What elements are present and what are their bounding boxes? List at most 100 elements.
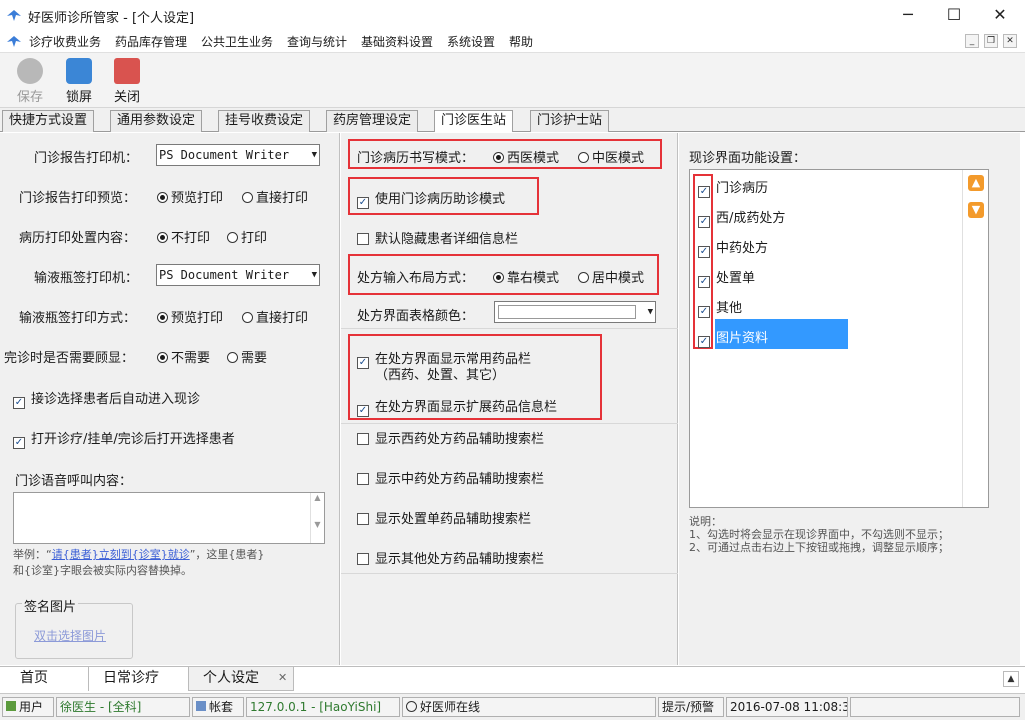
status-bar: 用户 徐医生 - [全科] 帐套 127.0.0.1 - [HaoYiShi] … [0, 693, 1025, 720]
save-button[interactable]: 保存 [8, 56, 52, 106]
not-needed-radio[interactable]: 不需要 [157, 347, 210, 366]
order-buttons-column: ▲ ▼ [962, 170, 988, 507]
lock-screen-button[interactable]: 锁屏 [57, 56, 101, 106]
right-mode-radio[interactable]: 靠右模式 [493, 267, 559, 286]
function-settings-note: 说明： 1、勾选时将会显示在现诊界面中，不勾选则不显示； 2、可通过点击右边上下… [689, 515, 949, 554]
divider [341, 573, 678, 574]
function-item[interactable]: ✓ 中药处方 [698, 237, 768, 258]
report-printer-select[interactable]: PS Document Writer ▼ [156, 144, 320, 166]
function-item[interactable]: ✓ 处置单 [698, 267, 755, 288]
show-common-drugs-subtitle: （西药、处置、其它） [375, 368, 506, 383]
function-item[interactable]: ✓ 其他 [698, 297, 742, 318]
voice-call-textarea[interactable]: ▲ ▼ [13, 492, 325, 544]
document-tabs: 首页 日常诊疗 个人设定 ✕ ▲ [0, 666, 1025, 692]
record-mode-label: 门诊病历书写模式： [357, 151, 475, 166]
mdi-restore-icon[interactable]: ❐ [984, 34, 998, 48]
move-down-icon[interactable]: ▼ [968, 202, 984, 218]
menu-bar: 诊疗收费业务 药品库存管理 公共卫生业务 查询与统计 基础资料设置 系统设置 帮… [0, 30, 1025, 52]
aux-treatment-checkbox[interactable]: 显示处置单药品辅助搜索栏 [357, 508, 531, 527]
app-logo-icon [7, 10, 21, 21]
chinese-mode-radio[interactable]: 中医模式 [578, 147, 644, 166]
function-item[interactable]: ✓ 西/成药处方 [698, 207, 785, 228]
tab-shortcut[interactable]: 快捷方式设置 [2, 110, 95, 132]
table-color-select[interactable]: ▼ [494, 301, 656, 323]
status-datetime: 2016-07-08 11:08:30 [726, 697, 848, 717]
no-print-radio[interactable]: 不打印 [157, 227, 210, 246]
monitor-icon [66, 58, 92, 84]
save-icon [17, 58, 43, 84]
status-account-value: 127.0.0.1 - [HaoYiShi] [246, 697, 400, 717]
maximize-icon[interactable]: ☐ [931, 0, 977, 30]
direct-print-radio[interactable]: 直接打印 [242, 187, 308, 206]
layout-label: 处方输入布局方式： [357, 271, 475, 286]
title-bar: 好医师诊所管家 - [个人设定] ─ ☐ ✕ [0, 0, 1025, 30]
finish-review-label: 完诊时是否需要顾显： [4, 351, 135, 366]
menu-help[interactable]: 帮助 [509, 33, 533, 50]
dropdown-arrow-icon: ▼ [647, 307, 653, 317]
function-item[interactable]: ✓ 门诊病历 [698, 177, 768, 198]
signature-group: 签名图片 双击选择图片 [15, 596, 133, 659]
select-image-link[interactable]: 双击选择图片 [34, 627, 106, 644]
show-extended-info-checkbox[interactable]: ✓ 在处方界面显示扩展药品信息栏 [357, 396, 557, 417]
tab-scroll-up-icon[interactable]: ▲ [1003, 671, 1019, 687]
use-assist-checkbox[interactable]: ✓ 使用门诊病历助诊模式 [357, 188, 505, 209]
settings-tabs: 快捷方式设置 通用参数设定 挂号收费设定 药房管理设定 门诊医生站 门诊护士站 [0, 108, 1025, 132]
report-printer-label: 门诊报告打印机： [34, 151, 139, 166]
voice-example-link[interactable]: 请{患者}立刻到{诊室}就诊 [52, 548, 190, 561]
textarea-scrollbar[interactable]: ▲ ▼ [310, 493, 324, 543]
open-select-checkbox[interactable]: ✓ 打开诊疗/挂单/完诊后打开选择患者 [13, 428, 235, 449]
tab-general[interactable]: 通用参数设定 [110, 110, 203, 132]
infusion-direct-radio[interactable]: 直接打印 [242, 307, 308, 326]
table-color-label: 处方界面表格颜色： [357, 309, 475, 324]
tab-pharmacy[interactable]: 药房管理设定 [326, 110, 419, 132]
close-button[interactable]: 关闭 [105, 56, 149, 106]
dropdown-arrow-icon: ▼ [311, 150, 317, 160]
close-icon[interactable]: ✕ [977, 0, 1023, 30]
infusion-printer-select[interactable]: PS Document Writer ▼ [156, 264, 320, 286]
print-radio[interactable]: 打印 [227, 227, 267, 246]
voice-call-label: 门诊语音呼叫内容： [15, 474, 133, 489]
aux-chinese-checkbox[interactable]: 显示中药处方药品辅助搜索栏 [357, 468, 544, 487]
minimize-icon[interactable]: ─ [885, 0, 931, 30]
tab-home[interactable]: 首页 [6, 667, 62, 691]
divider [341, 423, 678, 424]
menu-query-stats[interactable]: 查询与统计 [287, 33, 347, 50]
aux-western-checkbox[interactable]: 显示西药处方药品辅助搜索栏 [357, 428, 544, 447]
mdi-minimize-icon[interactable]: _ [965, 34, 979, 48]
move-up-icon[interactable]: ▲ [968, 175, 984, 191]
menu-pharmacy-stock[interactable]: 药品库存管理 [115, 33, 187, 50]
auto-enter-checkbox[interactable]: ✓ 接诊选择患者后自动进入现诊 [13, 388, 200, 409]
middle-panel: 门诊病历书写模式： 西医模式 中医模式 ✓ 使用门诊病历助诊模式 默认隐藏患者详细… [341, 133, 678, 665]
western-mode-radio[interactable]: 西医模式 [493, 147, 559, 166]
app-menu-icon[interactable] [6, 33, 22, 49]
needed-radio[interactable]: 需要 [227, 347, 267, 366]
left-panel: 门诊报告打印机： PS Document Writer ▼ 门诊报告打印预览： 预… [0, 133, 340, 665]
status-online[interactable]: 好医师在线 [402, 697, 656, 717]
menu-basic-data[interactable]: 基础资料设置 [361, 33, 433, 50]
tab-outpatient-nurse[interactable]: 门诊护士站 [530, 110, 610, 132]
hide-detail-checkbox[interactable]: 默认隐藏患者详细信息栏 [357, 228, 518, 247]
tab-registration[interactable]: 挂号收费设定 [218, 110, 311, 132]
menu-clinic-billing[interactable]: 诊疗收费业务 [29, 33, 101, 50]
function-list[interactable]: ✓ 门诊病历 ✓ 西/成药处方 ✓ 中药处方 ✓ 处置单 ✓ 其他 ✓ 图片资料 ▲ ▼ [689, 169, 989, 508]
right-panel: 现诊界面功能设置： ✓ 门诊病历 ✓ 西/成药处方 ✓ 中药处方 ✓ 处置单 ✓ 其他 ✓… [679, 133, 1020, 665]
infusion-preview-radio[interactable]: 预览打印 [157, 307, 223, 326]
record-print-label: 病历打印处置内容： [19, 231, 137, 246]
infusion-printer-label: 输液瓶签打印机： [34, 271, 139, 286]
function-item[interactable]: ✓ 图片资料 [698, 327, 768, 348]
mdi-close-icon[interactable]: ✕ [1003, 34, 1017, 48]
menu-system-settings[interactable]: 系统设置 [447, 33, 495, 50]
preview-print-radio[interactable]: 预览打印 [157, 187, 223, 206]
window-title: 好医师诊所管家 - [个人设定] [28, 11, 195, 26]
checkbox-column-highlight [693, 174, 713, 349]
close-tab-icon[interactable]: ✕ [278, 671, 287, 684]
status-hint[interactable]: 提示/预警 [658, 697, 724, 717]
tab-daily-clinic[interactable]: 日常诊疗 [88, 667, 173, 691]
aux-other-checkbox[interactable]: 显示其他处方药品辅助搜索栏 [357, 548, 544, 567]
tab-outpatient-doctor[interactable]: 门诊医生站 [434, 110, 514, 132]
center-mode-radio[interactable]: 居中模式 [578, 267, 644, 286]
color-swatch [498, 305, 636, 319]
user-icon [6, 701, 16, 711]
divider [341, 328, 678, 329]
menu-public-health[interactable]: 公共卫生业务 [201, 33, 273, 50]
